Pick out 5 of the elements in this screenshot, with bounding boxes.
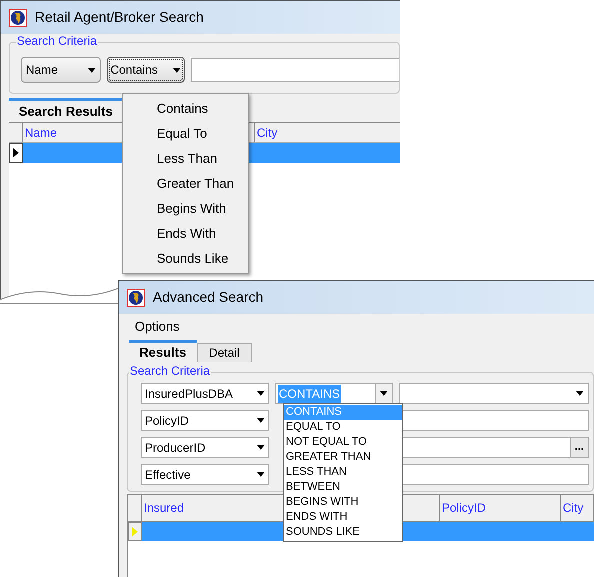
window-title: Retail Agent/Broker Search — [35, 8, 204, 27]
group-label: Search Criteria — [129, 365, 212, 377]
selected-operator: CONTAINS — [278, 384, 342, 402]
window-title: Advanced Search — [153, 288, 264, 307]
group-label: Search Criteria — [16, 35, 98, 47]
